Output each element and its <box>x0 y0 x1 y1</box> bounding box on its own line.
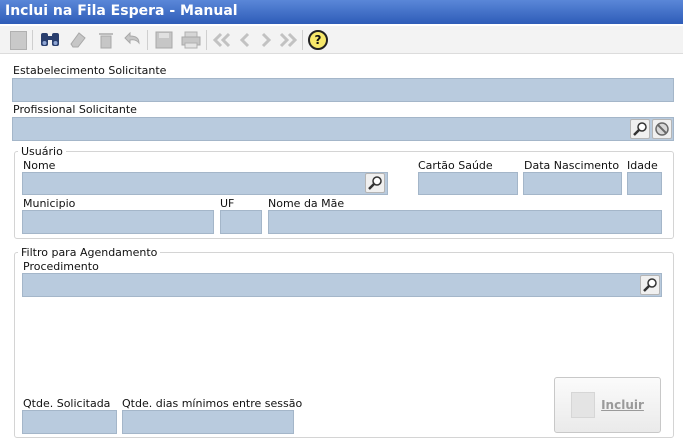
nascimento-label: Data Nascimento <box>524 159 620 172</box>
estabelecimento-field[interactable] <box>12 78 674 102</box>
idade-field[interactable] <box>627 172 662 195</box>
delete-icon[interactable] <box>94 28 118 52</box>
help-icon[interactable]: ? <box>306 28 330 52</box>
estabelecimento-label: Estabelecimento Solicitante <box>13 64 167 77</box>
profissional-clear-icon[interactable] <box>652 119 672 139</box>
cartao-label: Cartão Saúde <box>418 159 493 172</box>
qtde-field[interactable] <box>22 410 117 434</box>
nascimento-field[interactable] <box>523 172 622 195</box>
help-label: ? <box>308 30 328 50</box>
usuario-group-title: Usuário <box>18 145 66 158</box>
profissional-search-icon[interactable] <box>630 119 650 139</box>
procedimento-label: Procedimento <box>23 260 99 273</box>
undo-icon[interactable] <box>120 28 144 52</box>
procedimento-search-icon[interactable] <box>640 275 660 295</box>
nome-search-icon[interactable] <box>365 173 385 193</box>
uf-label: UF <box>220 197 235 210</box>
profissional-field[interactable] <box>12 117 674 141</box>
qtde-label: Qtde. Solicitada <box>23 397 111 410</box>
dias-label: Qtde. dias mínimos entre sessão <box>122 397 303 410</box>
incluir-button[interactable]: Incluir <box>554 377 661 433</box>
print-icon[interactable] <box>179 28 203 52</box>
save-icon[interactable] <box>152 28 176 52</box>
first-icon[interactable] <box>210 28 234 52</box>
mae-label: Nome da Mãe <box>268 197 345 210</box>
mae-field[interactable] <box>268 210 662 234</box>
filtro-group-title: Filtro para Agendamento <box>18 246 161 259</box>
search-icon[interactable] <box>38 28 62 52</box>
cartao-field[interactable] <box>418 172 518 195</box>
municipio-field[interactable] <box>22 210 214 234</box>
idade-label: Idade <box>627 159 658 172</box>
document-icon <box>571 392 596 418</box>
uf-field[interactable] <box>220 210 262 234</box>
new-icon[interactable] <box>6 28 30 52</box>
profissional-label: Profissional Solicitante <box>13 103 137 116</box>
last-icon[interactable] <box>276 28 300 52</box>
procedimento-field[interactable] <box>22 273 662 297</box>
dias-field[interactable] <box>122 410 294 434</box>
nome-field[interactable] <box>22 172 388 195</box>
eraser-icon[interactable] <box>66 28 90 52</box>
next-icon[interactable] <box>254 28 278 52</box>
incluir-label: Incluir <box>601 398 644 412</box>
window-title: Inclui na Fila Espera - Manual <box>0 0 683 24</box>
municipio-label: Municipio <box>23 197 76 210</box>
nome-label: Nome <box>23 159 56 172</box>
